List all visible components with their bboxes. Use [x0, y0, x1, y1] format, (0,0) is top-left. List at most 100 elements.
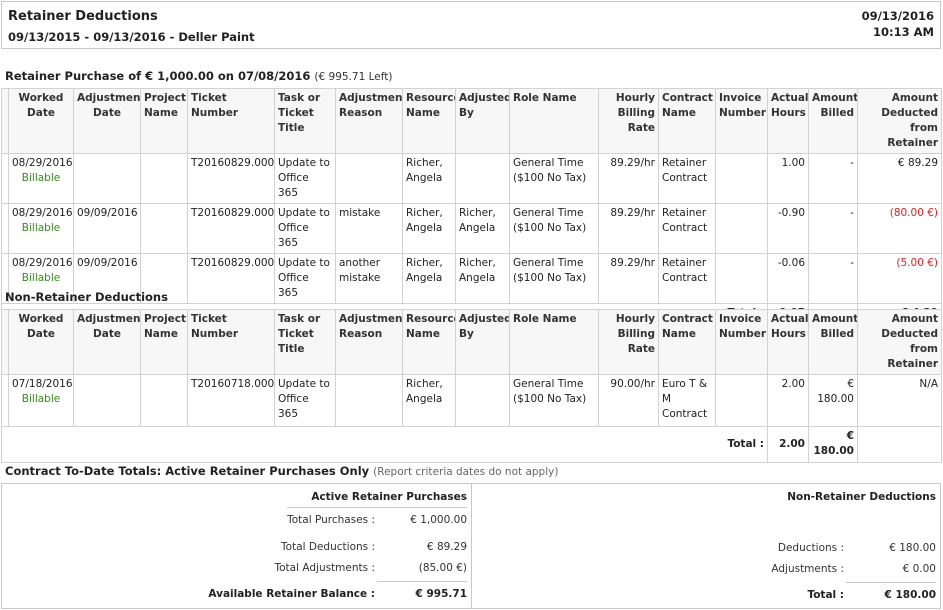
active-retainer-heading: Active Retainer Purchases [311, 491, 467, 503]
cell-hourly-rate: 89.29/hr [598, 153, 659, 204]
column-header-hourly-rate: Hourly Billing Rate [598, 309, 659, 375]
billable-flag: Billable [21, 172, 61, 184]
cell-amount-billed: € 180.00 [808, 374, 858, 427]
non-retainer-section-title: Non-Retainer Deductions [5, 290, 168, 304]
cell-amount-deducted: N/A [857, 374, 942, 427]
total-purchases-label: Total Purchases : [287, 514, 375, 526]
column-header-amount-billed: Amount Billed [808, 88, 858, 154]
column-header-amount-deducted: Amount Deducted from Retainer [857, 309, 942, 375]
cell-actual-hours: -0.06 [767, 253, 809, 304]
column-header-ticket-number: Ticket Number [187, 309, 275, 375]
total-purchases-value: € 1,000.00 [410, 514, 467, 526]
non-retainer-header-row: Worked Date Adjustment Date Project Name Ti… [1, 309, 942, 375]
cell-resource-name: Richer, Angela [402, 203, 456, 254]
cell-invoice-number [715, 374, 768, 427]
non-retainer-table: Worked Date Adjustment Date Project Name Ti… [1, 309, 942, 463]
non-retainer-totals-heading: Non-Retainer Deductions [787, 491, 936, 503]
column-header-ticket-number: Ticket Number [187, 88, 275, 154]
cell-hourly-rate: 89.29/hr [598, 253, 659, 304]
report-time: 10:13 AM [873, 25, 934, 39]
cell-amount-deducted: (80.00 €) [857, 203, 942, 254]
table-row: 07/18/2016 Billable T20160718.0001 Update t… [1, 374, 942, 427]
cell-amount-deducted: (5.00 €) [857, 253, 942, 304]
cell-contract-name: Retainer Contract [658, 253, 716, 304]
available-balance-value: € 995.71 [415, 588, 467, 600]
cell-invoice-number [715, 253, 768, 304]
column-header-adjusted-by: Adjusted By [455, 88, 510, 154]
cell-amount-deducted: € 89.29 [857, 153, 942, 204]
retainer-section-title: Retainer Purchase of € 1,000.00 on 07/08… [5, 69, 392, 83]
cell-resource-name: Richer, Angela [402, 374, 456, 427]
retainer-left-note: (€ 995.71 Left) [314, 71, 393, 83]
cell-hourly-rate: 89.29/hr [598, 203, 659, 254]
column-header-task-title: Task or Ticket Title [274, 88, 336, 154]
cell-task-title: Update to Office 365 [274, 203, 336, 254]
cell-amount-billed: - [808, 203, 858, 254]
non-retainer-total-hours: 2.00 [767, 426, 809, 463]
column-header-adjustment-reason: Adjustment Reason [335, 309, 403, 375]
active-heading-divider [287, 507, 467, 508]
cell-adjusted-by: Richer, Angela [455, 203, 510, 254]
column-header-worked-date: Worked Date [8, 309, 74, 375]
column-header-task-title: Task or Ticket Title [274, 309, 336, 375]
cell-contract-name: Retainer Contract [658, 203, 716, 254]
billable-flag: Billable [21, 272, 61, 284]
contract-totals-box: Active Retainer Purchases Total Purchase… [1, 483, 941, 609]
non-retainer-totals-panel: Non-Retainer Deductions Deductions : € 1… [472, 484, 940, 608]
cell-task-title: Update to Office 365 [274, 153, 336, 204]
worked-date-value: 08/29/2016 [12, 207, 73, 219]
report-title: Retainer Deductions [8, 9, 158, 24]
non-retainer-total-deducted [857, 426, 942, 463]
non-retainer-total-billed-amount: 180.00 [813, 445, 854, 457]
cell-ticket-number: T20160829.0002 [187, 203, 275, 254]
cell-actual-hours: -0.90 [767, 203, 809, 254]
total-adjustments-label: Total Adjustments : [274, 562, 376, 574]
total-deductions-label: Total Deductions : [281, 541, 375, 553]
row-spacer [1, 203, 9, 254]
column-header-amount-billed: Amount Billed [808, 309, 858, 375]
column-header-adjustment-date: Adjustment Date [73, 88, 141, 154]
cell-project-name [140, 203, 188, 254]
cell-adjusted-by [455, 374, 510, 427]
cell-role-name: General Time ($100 No Tax) [509, 374, 599, 427]
total-adjustments-value: (85.00 €) [418, 562, 467, 574]
cell-actual-hours: 1.00 [767, 153, 809, 204]
cell-adjustment-reason [335, 153, 403, 204]
non-retainer-total-label: Total : [807, 589, 844, 601]
cell-ticket-number: T20160829.0002 [187, 153, 275, 204]
column-header-invoice-number: Invoice Number [715, 88, 768, 154]
column-header-adjustment-date: Adjustment Date [73, 309, 141, 375]
table-row: 08/29/2016 Billable 09/09/2016 T20160829.00… [1, 203, 942, 254]
report-date: 09/13/2016 [861, 9, 934, 23]
header-spacer [1, 88, 9, 154]
deductions-label: Deductions : [777, 542, 844, 554]
non-retainer-total-billed-currency: € [846, 430, 854, 442]
report-header: Retainer Deductions 09/13/2015 - 09/13/2… [1, 1, 941, 49]
column-header-role-name: Role Name [509, 309, 599, 375]
cell-hourly-rate: 90.00/hr [598, 374, 659, 427]
column-header-resource-name: Resource Name [402, 88, 456, 154]
available-balance-label: Available Retainer Balance : [208, 588, 375, 600]
cell-task-title: Update to Office 365 [274, 253, 336, 304]
cell-resource-name: Richer, Angela [402, 253, 456, 304]
non-retainer-total-row: Total : 2.00 € 180.00 [1, 426, 942, 463]
retainer-purchase-title: Retainer Purchase of € 1,000.00 on 07/08… [5, 69, 311, 83]
worked-date-value: 08/29/2016 [12, 257, 73, 269]
column-header-project-name: Project Name [140, 88, 188, 154]
billable-flag: Billable [21, 393, 61, 405]
cell-adjustment-date [73, 374, 141, 427]
column-header-adjustment-reason: Adjustment Reason [335, 88, 403, 154]
active-sum-divider [377, 581, 467, 582]
report-subtitle: 09/13/2015 - 09/13/2016 - Deller Paint [8, 30, 255, 44]
cell-contract-name: Euro T & M Contract [658, 374, 716, 427]
cell-resource-name: Richer, Angela [402, 153, 456, 204]
cell-ticket-number: T20160718.0001 [187, 374, 275, 427]
cell-worked-date: 08/29/2016 Billable [8, 203, 74, 254]
cell-ticket-number: T20160829.0002 [187, 253, 275, 304]
row-spacer [1, 374, 9, 427]
worked-date-value: 07/18/2016 [12, 378, 73, 390]
cell-role-name: General Time ($100 No Tax) [509, 253, 599, 304]
column-header-contract-name: Contract Name [658, 88, 716, 154]
cell-adjusted-by [455, 153, 510, 204]
retainer-header-row: Worked Date Adjustment Date Project Name Ti… [1, 88, 942, 154]
